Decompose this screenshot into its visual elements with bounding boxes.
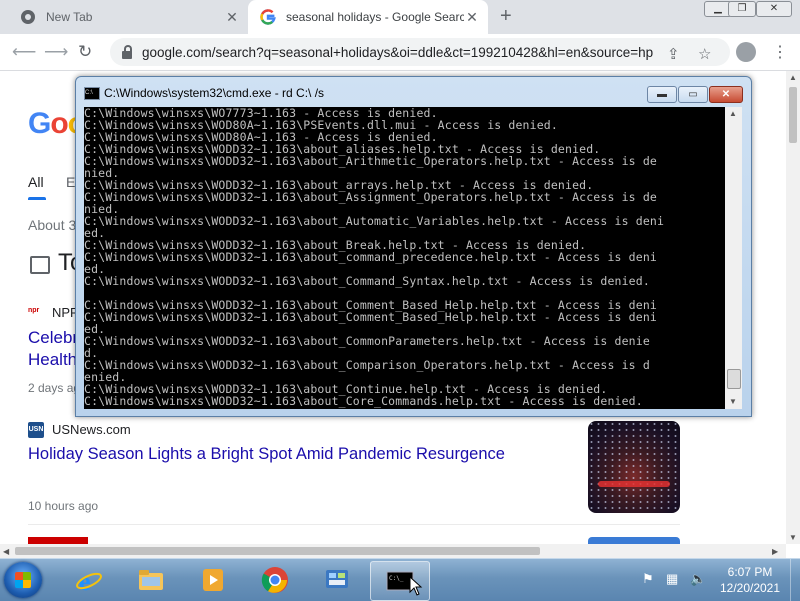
console-line: C:\Windows\winsxs\WODD32~1.163\about_Aut… bbox=[84, 214, 665, 228]
taskbar-control-panel[interactable] bbox=[308, 561, 366, 599]
address-bar[interactable]: google.com/search?q=seasonal+holidays&oi… bbox=[110, 38, 730, 66]
console-line: C:\Windows\winsxs\WODD32~1.163\about_Com… bbox=[84, 358, 650, 372]
svg-text:C:\_: C:\_ bbox=[389, 575, 404, 582]
scroll-up-arrow-icon[interactable]: ▲ bbox=[729, 109, 737, 118]
control-panel-icon bbox=[326, 570, 348, 588]
active-tab-indicator bbox=[28, 197, 46, 200]
taskbar-windows-explorer[interactable] bbox=[122, 561, 180, 599]
google-icon bbox=[260, 9, 276, 25]
console-line: C:\Windows\winsxs\WODD32~1.163\about_Com… bbox=[84, 334, 650, 348]
folder-icon bbox=[139, 570, 163, 590]
scroll-left-arrow-icon[interactable]: ◀ bbox=[3, 547, 9, 556]
forward-button[interactable]: ⟶ bbox=[44, 42, 68, 62]
console-line: C:\Windows\winsxs\WODD32~1.163\about_com… bbox=[84, 250, 657, 264]
menu-kebab-icon[interactable]: ⋮ bbox=[772, 42, 788, 62]
taskbar-command-prompt[interactable]: C:\_ bbox=[370, 561, 430, 601]
scrollbar-thumb[interactable] bbox=[15, 547, 540, 555]
reload-button[interactable]: ↻ bbox=[78, 42, 92, 62]
next-result-logo bbox=[28, 537, 88, 544]
taskbar-media-player[interactable] bbox=[184, 561, 242, 599]
media-player-icon bbox=[203, 569, 223, 591]
lock-icon bbox=[122, 45, 132, 59]
page-horizontal-scrollbar[interactable]: ◀ ▶ bbox=[0, 544, 786, 558]
usnews-icon: USN bbox=[28, 422, 44, 438]
chrome-icon bbox=[21, 10, 35, 24]
thumbnail-lights bbox=[588, 421, 680, 513]
tab-google-search[interactable]: seasonal holidays - Google Search ✕ bbox=[248, 0, 488, 34]
share-icon[interactable]: ⇪ bbox=[667, 45, 680, 63]
system-clock[interactable]: 6:07 PM 12/20/2021 bbox=[716, 564, 784, 596]
result-title-link[interactable]: Celebr Health bbox=[28, 327, 78, 371]
internet-explorer-icon: e bbox=[76, 567, 102, 594]
divider bbox=[28, 524, 680, 525]
show-desktop-button[interactable] bbox=[790, 559, 800, 601]
scroll-right-arrow-icon[interactable]: ▶ bbox=[772, 547, 778, 556]
chrome-icon bbox=[261, 567, 288, 593]
result-title-link[interactable]: Holiday Season Lights a Bright Spot Amid… bbox=[28, 445, 505, 464]
tab-strip: New Tab ✕ seasonal holidays - Google Sea… bbox=[0, 0, 800, 34]
mouse-cursor-icon bbox=[409, 576, 423, 596]
taskbar-internet-explorer[interactable]: e bbox=[60, 561, 118, 599]
volume-icon[interactable]: 🔈 bbox=[690, 571, 706, 587]
scrollbar-thumb[interactable] bbox=[789, 87, 797, 143]
next-result-thumbnail[interactable] bbox=[588, 537, 680, 544]
taskbar: e C:\_ ⚑ ▦ 🔈 6:07 PM 12/20/2021 bbox=[0, 558, 800, 601]
action-center-flag-icon[interactable]: ⚑ bbox=[642, 571, 654, 587]
network-icon[interactable]: ▦ bbox=[666, 571, 678, 587]
results-count: About 3 bbox=[28, 217, 77, 233]
console-line: C:\Windows\winsxs\WODD32~1.163\about_Ass… bbox=[84, 190, 657, 204]
bookmark-star-icon[interactable]: ☆ bbox=[698, 45, 711, 63]
close-tab-icon[interactable]: ✕ bbox=[464, 9, 480, 26]
page-vertical-scrollbar[interactable]: ▲ ▼ bbox=[786, 71, 800, 544]
npr-icon: npr bbox=[28, 307, 44, 317]
console-line: C:\Windows\winsxs\WODD32~1.163\about_Cor… bbox=[84, 394, 643, 408]
cmd-icon[interactable]: C:\ bbox=[84, 87, 100, 100]
scroll-down-arrow-icon[interactable]: ▼ bbox=[789, 533, 797, 542]
cmd-window-title: C:\Windows\system32\cmd.exe - rd C:\ /s bbox=[104, 86, 325, 100]
tab-all[interactable]: All bbox=[28, 174, 44, 190]
tab-title: New Tab bbox=[46, 10, 93, 24]
start-button[interactable] bbox=[4, 562, 42, 598]
url-text: google.com/search?q=seasonal+holidays&oi… bbox=[142, 44, 654, 60]
console-line: C:\Windows\winsxs\WODD32~1.163\about_Com… bbox=[84, 310, 657, 324]
result-age: 10 hours ago bbox=[28, 499, 99, 513]
thumbnail-tail-lights bbox=[598, 481, 670, 487]
back-button[interactable]: ⟵ bbox=[12, 42, 36, 62]
result-source: USNews.com bbox=[52, 422, 131, 437]
cmd-minimize-button[interactable]: ▬ bbox=[647, 86, 677, 103]
result-age: 2 days ag bbox=[28, 381, 81, 395]
cmd-close-button[interactable]: ✕ bbox=[709, 86, 743, 103]
cmd-maximize-button[interactable]: ▭ bbox=[678, 86, 708, 103]
console-scrollbar[interactable]: ▲ ▼ bbox=[725, 107, 742, 409]
scrollbar-thumb[interactable] bbox=[727, 369, 741, 389]
console-line: C:\Windows\winsxs\WODD32~1.163\about_Ari… bbox=[84, 154, 657, 168]
taskbar-chrome[interactable] bbox=[246, 561, 304, 599]
result-thumbnail[interactable] bbox=[588, 421, 680, 513]
tab-new-tab[interactable]: New Tab ✕ bbox=[8, 0, 248, 34]
maximize-button[interactable]: ❐ bbox=[728, 1, 756, 17]
cmd-window[interactable]: C:\ C:\Windows\system32\cmd.exe - rd C:\… bbox=[75, 76, 752, 417]
console-line: C:\Windows\winsxs\WODD32~1.163\about_Com… bbox=[84, 274, 650, 288]
news-icon bbox=[30, 256, 50, 274]
profile-avatar[interactable] bbox=[736, 42, 756, 62]
clock-date: 12/20/2021 bbox=[719, 581, 781, 595]
clock-time: 6:07 PM bbox=[727, 565, 773, 579]
new-tab-button[interactable]: + bbox=[500, 6, 512, 26]
close-window-button[interactable]: ✕ bbox=[756, 1, 792, 17]
console-output[interactable]: C:\Windows\winsxs\WO7773~1.163 - Access … bbox=[84, 107, 725, 409]
tab-title: seasonal holidays - Google Search bbox=[286, 10, 464, 24]
windows-logo-icon bbox=[15, 572, 31, 588]
browser-toolbar: ⟵ ⟶ ↻ google.com/search?q=seasonal+holid… bbox=[0, 34, 800, 71]
tab-other[interactable]: E bbox=[66, 174, 75, 190]
scroll-up-arrow-icon[interactable]: ▲ bbox=[789, 73, 797, 82]
close-tab-icon[interactable]: ✕ bbox=[224, 9, 240, 26]
scroll-down-arrow-icon[interactable]: ▼ bbox=[729, 397, 737, 406]
